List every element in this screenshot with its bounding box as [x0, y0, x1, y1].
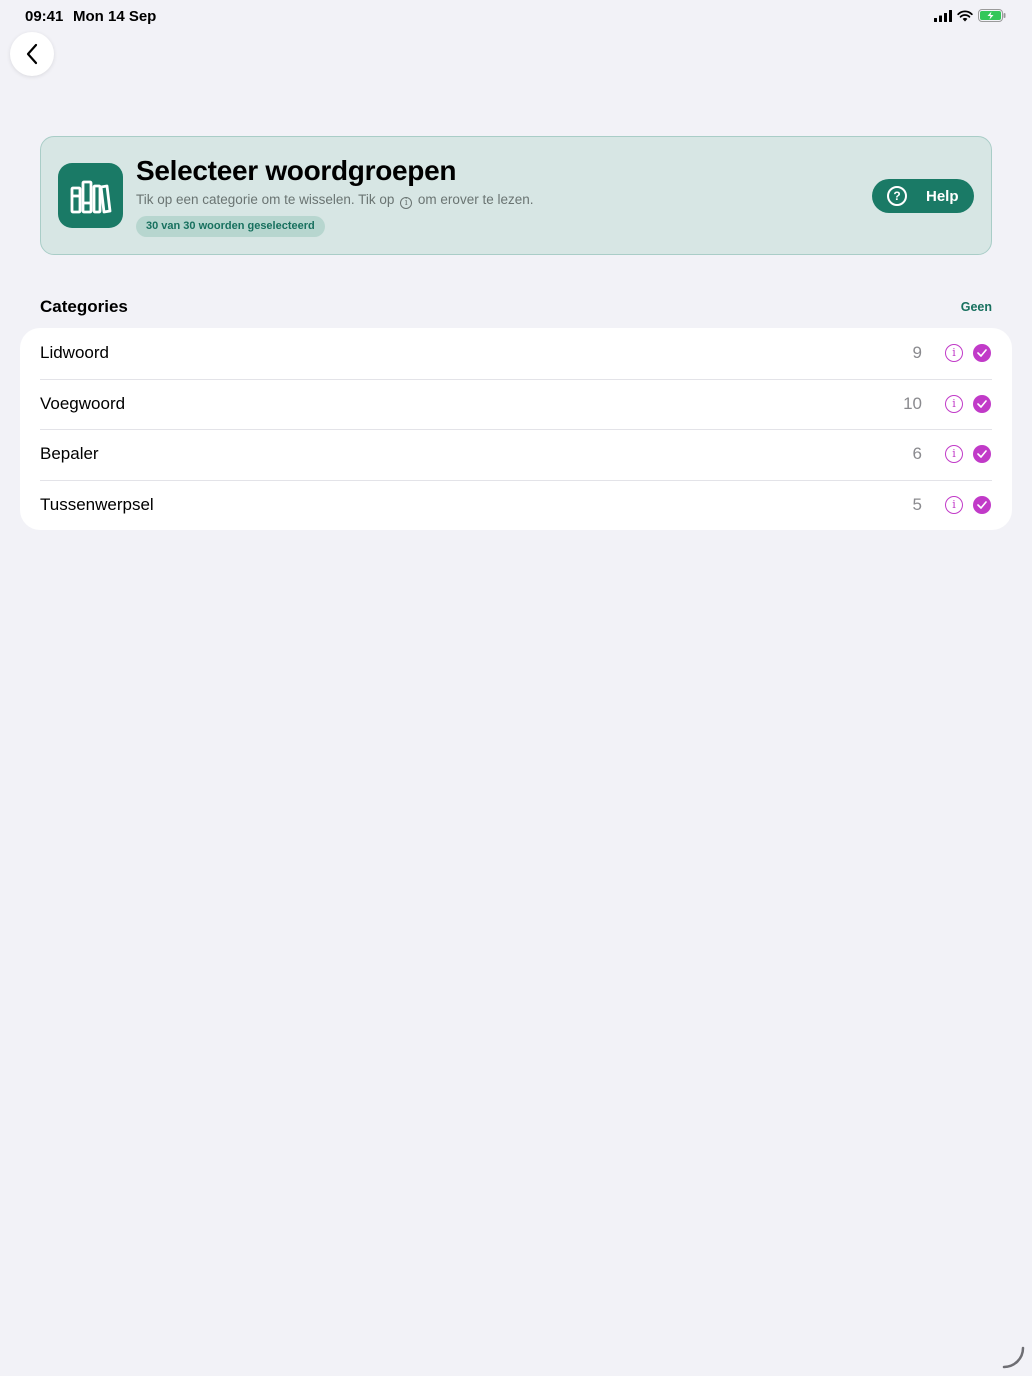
category-row-lidwoord[interactable]: Lidwoord 9 i: [20, 328, 1012, 379]
category-list: Lidwoord 9 i Voegwoord 10 i Bepaler 6 i …: [20, 328, 1012, 530]
status-date: Mon 14 Sep: [73, 8, 157, 25]
info-inline-icon: i: [400, 197, 413, 209]
category-count: 5: [912, 494, 922, 514]
header-card: Selecteer woordgroepen Tik op een catego…: [40, 136, 992, 255]
category-name: Bepaler: [40, 444, 99, 463]
info-icon[interactable]: i: [945, 445, 963, 463]
status-bar: 09:41 Mon 14 Sep: [0, 0, 1032, 32]
resize-handle-icon[interactable]: [1002, 1346, 1026, 1370]
category-row-tussenwerpsel[interactable]: Tussenwerpsel 5 i: [20, 479, 1012, 531]
checkmark-circle-icon: [973, 344, 991, 362]
info-icon[interactable]: i: [945, 344, 963, 362]
battery-charging-icon: [978, 9, 1006, 22]
category-count: 9: [912, 343, 922, 362]
books-icon: [58, 163, 123, 228]
category-row-voegwoord[interactable]: Voegwoord 10 i: [20, 378, 1012, 430]
help-label: Help: [926, 187, 959, 205]
subtitle-text-before: Tik op een categorie om te wisselen. Tik…: [136, 192, 395, 207]
wifi-icon: [957, 9, 973, 21]
checkmark-circle-icon: [973, 495, 991, 514]
chevron-left-icon: [26, 43, 38, 65]
status-time: 09:41: [25, 8, 64, 25]
header-subtitle: Tik op een categorie om te wisselen. Tik…: [136, 192, 533, 209]
section-title: Categories: [40, 297, 128, 316]
status-icons: [934, 9, 1006, 22]
category-name: Voegwoord: [40, 393, 126, 413]
question-circle-icon: ?: [887, 186, 907, 206]
page-title: Selecteer woordgroepen: [136, 155, 457, 186]
info-icon[interactable]: i: [945, 394, 963, 413]
category-count: 10: [903, 393, 922, 413]
back-button[interactable]: [10, 32, 54, 76]
subtitle-text-after: om erover te lezen.: [417, 192, 534, 207]
cellular-signal-icon: [934, 9, 952, 22]
checkmark-circle-icon: [973, 445, 991, 463]
info-icon[interactable]: i: [945, 495, 963, 514]
category-name: Tussenwerpsel: [40, 494, 154, 514]
help-button[interactable]: ? Help: [872, 179, 974, 213]
page: 09:41 Mon 14 Sep Selecteer woordgroepen …: [0, 0, 1032, 1376]
deselect-all-button[interactable]: Geen: [961, 300, 992, 314]
category-row-bepaler[interactable]: Bepaler 6 i: [20, 429, 1012, 480]
checkmark-circle-icon: [973, 394, 991, 413]
category-count: 6: [912, 444, 922, 463]
category-name: Lidwoord: [40, 343, 109, 362]
selection-count-badge: 30 van 30 woorden geselecteerd: [136, 216, 325, 237]
